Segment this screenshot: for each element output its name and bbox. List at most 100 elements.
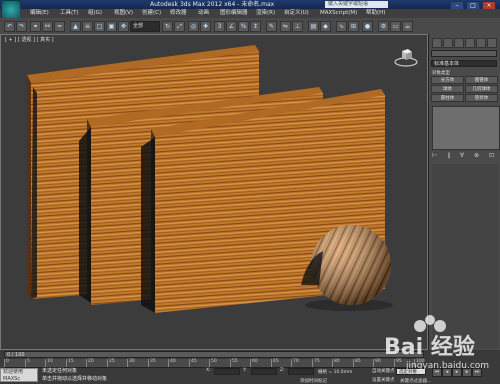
window-crossing-icon[interactable]: ▣ xyxy=(106,21,117,32)
modify-tab-icon[interactable] xyxy=(443,38,453,48)
menu-bar: 编辑(E) 工具(T) 组(G) 视图(V) 创建(C) 修改器 动画 图形编辑… xyxy=(20,9,500,18)
ruler-tick xyxy=(25,359,26,367)
baidu-jingyan-watermark: Bai 经验 jingyan.baidu.com xyxy=(384,315,489,371)
motion-tab-icon[interactable] xyxy=(465,38,475,48)
angle-snap-icon[interactable]: ∠ xyxy=(226,21,237,32)
geometry-type-bar[interactable] xyxy=(431,50,497,57)
curve-editor-icon[interactable]: ∿ xyxy=(336,21,347,32)
sphere-button[interactable]: 球体 xyxy=(431,85,464,93)
select-by-name-icon[interactable]: ≡ xyxy=(82,21,93,32)
menu-edit[interactable]: 编辑(E) xyxy=(30,9,49,18)
ruler-tick xyxy=(4,359,5,367)
geosphere-button[interactable]: 几何球体 xyxy=(465,85,498,93)
unlink-icon[interactable]: ⚯ xyxy=(42,21,53,32)
ruler-tick-label: 15 xyxy=(68,359,74,364)
app-logo-icon[interactable] xyxy=(1,0,21,20)
grid-size: 栅格 = 10.0mm xyxy=(318,370,353,375)
ruler-tick-label: 45 xyxy=(191,359,197,364)
tube-button[interactable]: 管状体 xyxy=(465,94,498,102)
ruler-tick xyxy=(250,359,251,367)
selection-region-icon[interactable]: □ xyxy=(94,21,105,32)
display-tab-icon[interactable] xyxy=(476,38,486,48)
ruler-tick-label: 75 xyxy=(314,359,320,364)
ruler-tick xyxy=(271,359,272,367)
selection-filter-dropdown[interactable]: 全部 xyxy=(130,21,160,32)
render-setup-icon[interactable]: ⚙ xyxy=(378,21,389,32)
status-line: 未选定任何对象 xyxy=(42,368,78,374)
maxscript-listener[interactable]: 欢迎使用 MAXSc xyxy=(0,368,38,382)
ruler-tick-label: 80 xyxy=(334,359,340,364)
set-key-button[interactable]: 设置关键点 xyxy=(372,377,395,383)
ruler-tick-label: 0 xyxy=(6,359,9,364)
ruler-tick-label: 5 xyxy=(27,359,30,364)
frame-indicator: 0 / 100 xyxy=(7,352,25,358)
menu-create[interactable]: 创建(C) xyxy=(142,9,161,18)
select-rotate-icon[interactable]: ↻ xyxy=(162,21,173,32)
modifier-stack-icons[interactable]: ⊢ ∥ ∀ ⊗ ⊡ xyxy=(432,152,498,160)
window-title: Autodesk 3ds Max 2012 x64 - 未命名.max xyxy=(150,1,275,8)
track-bar[interactable]: 0 5 10 15 20 25 30 35 40 45 50 55 60 65 70 75 80 85 90 95 10… xyxy=(4,359,425,368)
menu-help[interactable]: 帮助(H) xyxy=(366,9,385,18)
menu-group[interactable]: 组(G) xyxy=(88,9,102,18)
ruler-tick-label: 25 xyxy=(109,359,115,364)
render-production-icon[interactable]: ☕ xyxy=(402,21,413,32)
cylinder-button[interactable]: 圆柱体 xyxy=(431,94,464,102)
rendered-frame-icon[interactable]: ▭ xyxy=(390,21,401,32)
hierarchy-tab-icon[interactable] xyxy=(454,38,464,48)
create-tab-icon[interactable] xyxy=(432,38,442,48)
y-coordinate-field[interactable] xyxy=(251,368,277,375)
time-slider[interactable]: 0 / 100 xyxy=(4,351,424,358)
x-coordinate-field[interactable] xyxy=(214,368,240,375)
menu-modifiers[interactable]: 修改器 xyxy=(170,9,187,18)
menu-maxscript[interactable]: MAXScript(M) xyxy=(320,9,357,18)
select-scale-icon[interactable]: ⤢ xyxy=(174,21,185,32)
menu-views[interactable]: 视图(V) xyxy=(114,9,133,18)
ruler-tick xyxy=(66,359,67,367)
box-button[interactable]: 长方体 xyxy=(431,76,464,84)
select-move-icon[interactable]: ✥ xyxy=(118,21,129,32)
viewcube-icon[interactable] xyxy=(394,47,418,67)
add-time-tag[interactable]: 添加时间标记 xyxy=(300,378,327,384)
prompt-line: 单击并拖动以选择并移动对象 xyxy=(42,376,108,382)
ruler-tick-label: 35 xyxy=(150,359,156,364)
align-icon[interactable]: ⊥ xyxy=(292,21,303,32)
select-object-icon[interactable]: ▲ xyxy=(70,21,81,32)
schematic-view-icon[interactable]: ⊞ xyxy=(348,21,359,32)
snaps-toggle-icon[interactable]: 3 xyxy=(214,21,225,32)
main-toolbar: ↶ ↷ ⚭ ⚯ ≈ ▲ ≡ □ ▣ ✥ 全部 ↻ ⤢ ◎ ✚ 3 ∠ % ↕ ✎… xyxy=(0,18,500,35)
category-dropdown[interactable]: 标准基本体 xyxy=(431,60,497,67)
menu-animation[interactable]: 动画 xyxy=(198,9,209,18)
title-bar: Autodesk 3ds Max 2012 x64 - 未命名.max 键入关键… xyxy=(0,0,500,10)
layer-manager-icon[interactable]: ▤ xyxy=(308,21,319,32)
bind-spacewarp-icon[interactable]: ≈ xyxy=(54,21,65,32)
z-coordinate-field[interactable] xyxy=(288,368,314,375)
ruler-tick xyxy=(168,359,169,367)
ruler-tick-label: 55 xyxy=(232,359,238,364)
ruler-tick xyxy=(86,359,87,367)
redo-icon[interactable]: ↷ xyxy=(16,21,27,32)
undo-icon[interactable]: ↶ xyxy=(4,21,15,32)
menu-tools[interactable]: 工具(T) xyxy=(60,9,79,18)
named-selection-icon[interactable]: ✎ xyxy=(266,21,277,32)
material-editor-icon[interactable]: ● xyxy=(362,21,373,32)
ruler-tick-label: 40 xyxy=(170,359,176,364)
command-panel: 标准基本体 对象类型 长方体 圆锥体 球体 几何球体 圆柱体 管状体 ⊢ ∥ ∀… xyxy=(428,34,500,350)
ruler-tick-label: 85 xyxy=(355,359,361,364)
utilities-tab-icon[interactable] xyxy=(487,38,497,48)
key-filters-button[interactable]: 关键点过滤器... xyxy=(400,378,431,384)
perspective-viewport[interactable]: [ + ] [ 透视 ] [ 真实 ] xyxy=(0,34,428,350)
ruler-tick xyxy=(209,359,210,367)
menu-graph-editors[interactable]: 图形编辑器 xyxy=(220,9,248,18)
mirror-icon[interactable]: ⇋ xyxy=(280,21,291,32)
percent-snap-icon[interactable]: % xyxy=(238,21,249,32)
link-icon[interactable]: ⚭ xyxy=(30,21,41,32)
graphite-icon[interactable]: ◆ xyxy=(320,21,331,32)
menu-rendering[interactable]: 渲染(R) xyxy=(256,9,275,18)
spinner-snap-icon[interactable]: ↕ xyxy=(250,21,261,32)
ruler-tick xyxy=(107,359,108,367)
menu-customize[interactable]: 自定义(U) xyxy=(284,9,309,18)
cone-button[interactable]: 圆锥体 xyxy=(465,76,498,84)
pivot-icon[interactable]: ◎ xyxy=(188,21,199,32)
search-input[interactable]: 键入关键字或短语 xyxy=(325,1,388,8)
manipulate-icon[interactable]: ✚ xyxy=(200,21,211,32)
